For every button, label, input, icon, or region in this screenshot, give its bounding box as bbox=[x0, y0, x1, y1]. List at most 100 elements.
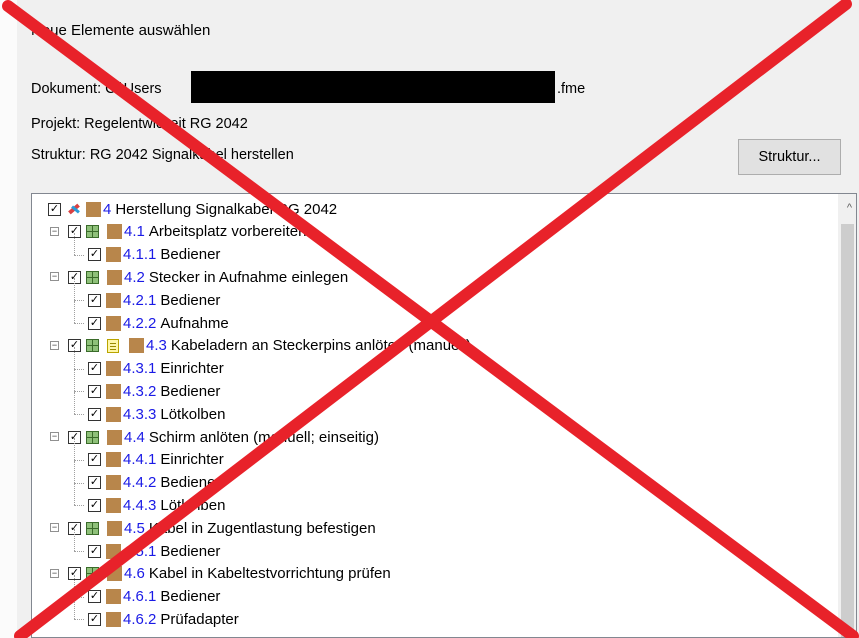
item-number: 4 bbox=[103, 200, 112, 218]
item-number: 4.3.1 bbox=[123, 360, 157, 378]
element-square-icon bbox=[106, 292, 121, 308]
tree-leaf-item[interactable]: ✓ 4.2.1 Bediener bbox=[88, 289, 220, 311]
element-square-icon bbox=[107, 429, 122, 445]
tree-connector bbox=[74, 597, 75, 620]
element-tree[interactable]: ✓ 4 Herstellung Signalkabel RG 2042 ✓ 4.1… bbox=[31, 193, 857, 638]
element-square-icon bbox=[106, 452, 121, 468]
redaction-bar bbox=[191, 71, 555, 103]
checkbox[interactable]: ✓ bbox=[88, 612, 101, 626]
tree-leaf-item[interactable]: ✓ 4.4.3 Lötkolben bbox=[88, 494, 225, 516]
item-label: Stecker in Aufnahme einlegen bbox=[148, 268, 349, 286]
tree-connector bbox=[74, 300, 84, 302]
vertical-scrollbar[interactable]: ^ bbox=[838, 194, 856, 637]
tree-leaf-item[interactable]: ✓ 4.6.1 Bediener bbox=[88, 586, 220, 608]
checkbox[interactable]: ✓ bbox=[88, 453, 101, 467]
checkbox[interactable]: ✓ bbox=[88, 590, 101, 604]
tree-connector bbox=[74, 301, 75, 323]
tree-connector bbox=[74, 529, 75, 551]
item-number: 4.1.1 bbox=[123, 246, 157, 264]
checkbox[interactable]: ✓ bbox=[88, 384, 101, 398]
tree-group-item[interactable]: ✓ 4.6 Kabel in Kabeltestvorrichtung prüfen bbox=[68, 563, 391, 585]
collapse-icon[interactable]: − bbox=[50, 226, 59, 236]
collapse-icon[interactable]: − bbox=[50, 272, 59, 282]
item-number: 4.2.1 bbox=[123, 291, 157, 309]
tree-leaf-item[interactable]: ✓ 4.2.2 Aufnahme bbox=[88, 312, 229, 334]
tree-connector bbox=[74, 254, 84, 256]
item-label: Lötkolben bbox=[160, 405, 226, 423]
tree-group-item[interactable]: ✓ 4.4 Schirm anlöten (manuell; einseitig) bbox=[68, 426, 379, 448]
checkbox[interactable]: ✓ bbox=[88, 498, 101, 512]
checkbox[interactable]: ✓ bbox=[88, 476, 101, 490]
tree-connector bbox=[74, 369, 75, 392]
element-square-icon bbox=[107, 269, 122, 285]
collapse-icon[interactable]: − bbox=[50, 523, 59, 533]
element-square-icon bbox=[106, 406, 121, 422]
tree-connector bbox=[74, 323, 84, 324]
checkbox[interactable]: ✓ bbox=[88, 248, 101, 262]
item-number: 4.6 bbox=[124, 565, 145, 583]
tree-connector bbox=[74, 346, 75, 369]
tree-leaf-item[interactable]: ✓ 4.6.2 Prüfadapter bbox=[88, 608, 239, 630]
select-elements-dialog: Neue Elemente auswählen Dokument: C:\Use… bbox=[17, 0, 859, 638]
tree-connector bbox=[74, 391, 84, 393]
item-number: 4.4 bbox=[124, 428, 145, 446]
tree-connector bbox=[74, 574, 75, 597]
item-number: 4.2.2 bbox=[123, 314, 157, 332]
tree-leaf-item[interactable]: ✓ 4.1.1 Bediener bbox=[88, 244, 220, 266]
tree-leaf-item[interactable]: ✓ 4.4.1 Einrichter bbox=[88, 449, 224, 471]
tree-root-item[interactable]: ✓ 4 Herstellung Signalkabel RG 2042 bbox=[48, 198, 337, 220]
grid-icon bbox=[86, 270, 99, 284]
project-label: Projekt: Regelentwickeit RG 2042 bbox=[31, 116, 248, 132]
element-square-icon bbox=[106, 497, 121, 513]
item-label: Bediener bbox=[160, 382, 221, 400]
tree-leaf-item[interactable]: ✓ 4.3.3 Lötkolben bbox=[88, 403, 225, 425]
tree-leaf-item[interactable]: ✓ 4.3.1 Einrichter bbox=[88, 358, 224, 380]
tree-leaf-item[interactable]: ✓ 4.4.2 Bediener bbox=[88, 472, 220, 494]
item-label: Aufnahme bbox=[160, 314, 229, 332]
item-label: Bediener bbox=[160, 474, 221, 492]
item-label: Herstellung Signalkabel RG 2042 bbox=[115, 200, 338, 218]
tree-connector bbox=[74, 483, 75, 506]
item-label: Bediener bbox=[160, 246, 221, 264]
element-square-icon bbox=[106, 315, 121, 331]
grid-icon bbox=[86, 430, 99, 444]
checkbox[interactable]: ✓ bbox=[48, 202, 61, 216]
checkbox[interactable]: ✓ bbox=[88, 293, 101, 307]
tree-group-item[interactable]: ✓ 4.1 Arbeitsplatz vorbereiten bbox=[68, 221, 306, 243]
collapse-icon[interactable]: − bbox=[50, 432, 59, 441]
checkbox[interactable]: ✓ bbox=[88, 316, 101, 330]
tree-group-item[interactable]: ✓ 4.3 Kabeladern an Steckerpins anlöten (m… bbox=[68, 335, 471, 357]
tree-group-item[interactable]: ✓ 4.5 Kabel in Zugentlastung befestigen bbox=[68, 517, 376, 539]
item-label: Kabel in Kabeltestvorrichtung prüfen bbox=[148, 565, 391, 583]
checkbox[interactable]: ✓ bbox=[88, 362, 101, 376]
scroll-up-icon[interactable]: ^ bbox=[847, 202, 852, 214]
tree-connector bbox=[74, 232, 75, 255]
item-number: 4.4.3 bbox=[123, 496, 157, 514]
structure-button[interactable]: Struktur... bbox=[738, 139, 841, 175]
item-number: 4.6.1 bbox=[123, 588, 157, 606]
collapse-icon[interactable]: − bbox=[50, 568, 59, 578]
checkbox[interactable]: ✓ bbox=[88, 544, 101, 558]
background-window-edge bbox=[0, 0, 18, 638]
item-label: Bediener bbox=[160, 291, 221, 309]
tree-connector bbox=[74, 596, 84, 598]
element-square-icon bbox=[107, 224, 122, 240]
tree-leaf-item[interactable]: ✓ 4.5.1 Bediener bbox=[88, 540, 220, 562]
item-label: Arbeitsplatz vorbereiten bbox=[148, 223, 307, 241]
item-label: Prüfadapter bbox=[160, 610, 239, 628]
tree-group-item[interactable]: ✓ 4.2 Stecker in Aufnahme einlegen bbox=[68, 266, 348, 288]
item-label: Schirm anlöten (manuell; einseitig) bbox=[148, 428, 379, 446]
item-number: 4.5.1 bbox=[123, 542, 157, 560]
tree-connector bbox=[74, 460, 75, 483]
scrollbar-thumb[interactable] bbox=[841, 224, 854, 637]
tree-connector bbox=[74, 551, 84, 552]
element-square-icon bbox=[106, 475, 121, 491]
checkbox[interactable]: ✓ bbox=[88, 407, 101, 421]
collapse-icon[interactable]: − bbox=[50, 340, 59, 350]
item-number: 4.4.2 bbox=[123, 474, 157, 492]
tree-leaf-item[interactable]: ✓ 4.3.2 Bediener bbox=[88, 380, 220, 402]
item-label: Bediener bbox=[160, 588, 221, 606]
tree-connector bbox=[74, 619, 84, 621]
item-number: 4.1 bbox=[124, 223, 145, 241]
tree-connector bbox=[74, 437, 75, 460]
